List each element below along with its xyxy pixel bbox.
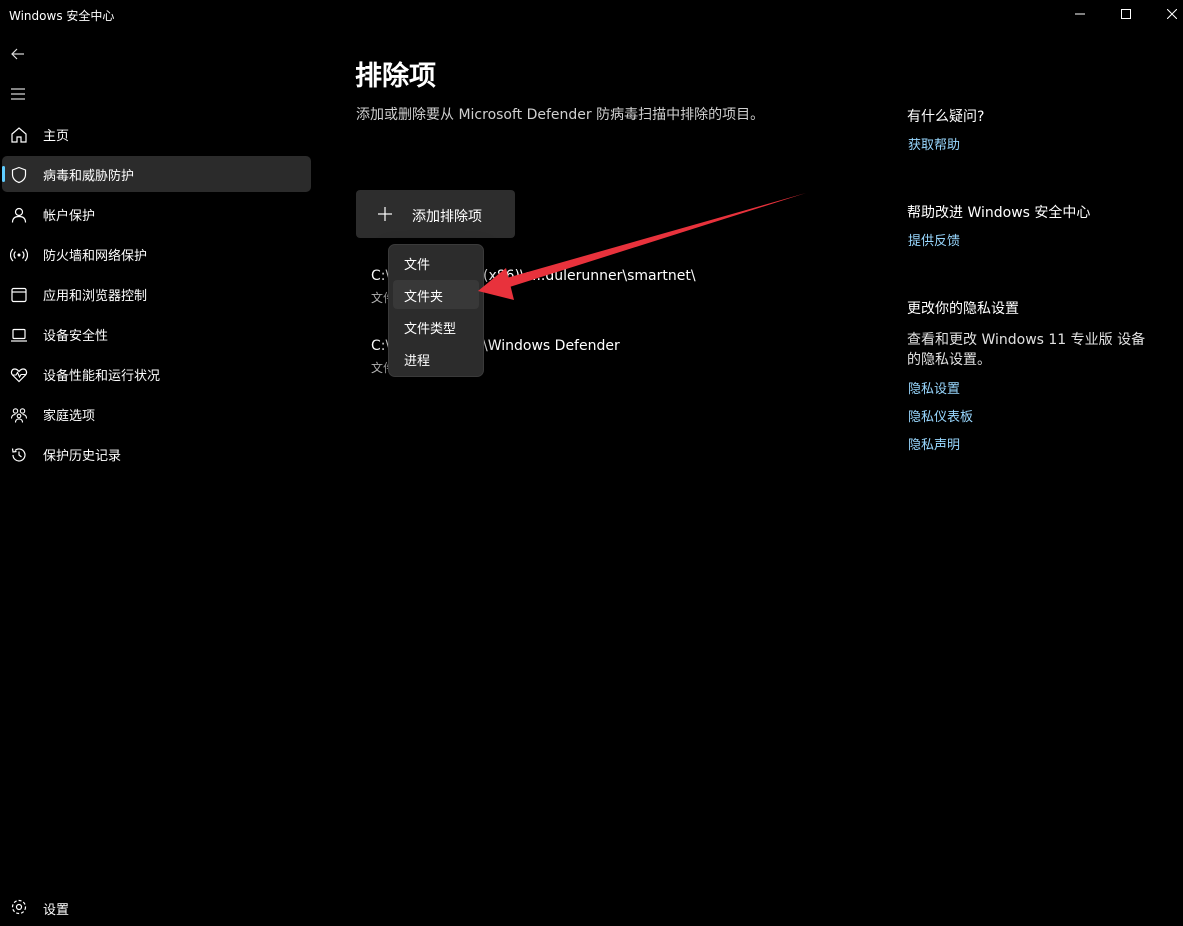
family-icon (10, 408, 28, 423)
menu-item-label: 进程 (404, 354, 431, 369)
menu-item-file-type[interactable]: 文件类型 (393, 312, 479, 341)
sidebar-item-label: 设备性能和运行状况 (43, 369, 161, 384)
menu-item-folder[interactable]: 文件夹 (393, 280, 479, 309)
menu-item-label: 文件 (404, 258, 431, 273)
sidebar-item-home[interactable]: 主页 (2, 116, 311, 152)
privacy-dashboard-link[interactable]: 隐私仪表板 (908, 406, 973, 425)
plus-icon (378, 207, 392, 221)
sidebar-item-family-options[interactable]: 家庭选项 (2, 396, 311, 432)
sidebar-item-label: 防火墙和网络保护 (43, 249, 148, 264)
privacy-description: 查看和更改 Windows 11 专业版 设备的隐私设置。 (907, 332, 1146, 368)
sidebar-item-device-performance[interactable]: 设备性能和运行状况 (2, 356, 311, 392)
privacy-settings-link[interactable]: 隐私设置 (908, 378, 960, 397)
page-title: 排除项 (355, 61, 436, 92)
menu-item-label: 文件夹 (404, 290, 444, 305)
privacy-heading: 更改你的隐私设置 (907, 301, 1019, 317)
menu-item-label: 文件类型 (404, 322, 457, 337)
menu-item-file[interactable]: 文件 (393, 248, 479, 277)
minimize-button[interactable] (1057, 0, 1103, 30)
sidebar-item-protection-history[interactable]: 保护历史记录 (2, 436, 311, 472)
sidebar-item-virus-protection[interactable]: 病毒和威胁防护 (2, 156, 311, 192)
add-exclusion-button[interactable]: 添加排除项 (356, 190, 515, 238)
hamburger-icon (11, 88, 25, 100)
sidebar-item-label: 主页 (43, 129, 70, 144)
exclusion-path-end: \Windows Defender (483, 338, 620, 354)
sidebar-item-label: 家庭选项 (43, 409, 96, 424)
add-exclusion-menu: 文件 文件夹 文件类型 进程 (388, 244, 484, 377)
get-help-link[interactable]: 获取帮助 (908, 134, 960, 153)
active-indicator (2, 166, 5, 182)
heart-pulse-icon (10, 368, 28, 383)
privacy-statement-link[interactable]: 隐私声明 (908, 434, 960, 453)
sidebar-item-account-protection[interactable]: 帐户保护 (2, 196, 311, 232)
sidebar: 主页 病毒和威胁防护 帐户保护 防火墙和网络保护 应用和浏览器控制 设备安全性 … (0, 30, 320, 911)
wireless-icon (10, 248, 28, 262)
improve-heading: 帮助改进 Windows 安全中心 (907, 205, 1091, 221)
gear-icon (11, 899, 27, 915)
back-arrow-icon (11, 48, 24, 60)
sidebar-item-label: 病毒和威胁防护 (43, 169, 135, 184)
menu-item-process[interactable]: 进程 (393, 344, 479, 373)
menu-toggle-button[interactable] (4, 78, 36, 110)
home-icon (11, 127, 27, 143)
person-icon (11, 207, 27, 223)
maximize-icon (1121, 9, 1131, 19)
sidebar-item-label: 保护历史记录 (43, 449, 122, 464)
maximize-button[interactable] (1103, 0, 1149, 30)
sidebar-item-label: 帐户保护 (43, 209, 96, 224)
app-title: Windows 安全中心 (9, 9, 115, 23)
browser-window-icon (11, 287, 27, 303)
add-exclusion-label: 添加排除项 (412, 209, 482, 225)
close-icon (1167, 9, 1177, 19)
laptop-icon (11, 328, 27, 342)
exclusion-path-end: (x86)\s...dulerunner\smartnet\ (483, 268, 696, 284)
give-feedback-link[interactable]: 提供反馈 (908, 230, 960, 249)
shield-icon (11, 166, 27, 184)
page-description: 添加或删除要从 Microsoft Defender 防病毒扫描中排除的项目。 (356, 107, 765, 123)
sidebar-item-label: 设备安全性 (43, 329, 109, 344)
sidebar-item-firewall[interactable]: 防火墙和网络保护 (2, 236, 311, 272)
close-button[interactable] (1149, 0, 1183, 30)
back-button[interactable] (4, 38, 36, 70)
sidebar-item-label: 应用和浏览器控制 (43, 289, 148, 304)
history-icon (11, 448, 26, 462)
sidebar-item-device-security[interactable]: 设备安全性 (2, 316, 311, 352)
sidebar-item-app-browser-control[interactable]: 应用和浏览器控制 (2, 276, 311, 312)
sidebar-item-settings[interactable]: 设置 (2, 890, 311, 926)
sidebar-item-label: 设置 (43, 903, 70, 918)
help-heading: 有什么疑问? (907, 109, 985, 125)
minimize-icon (1075, 13, 1085, 15)
title-bar: Windows 安全中心 (0, 0, 1183, 30)
